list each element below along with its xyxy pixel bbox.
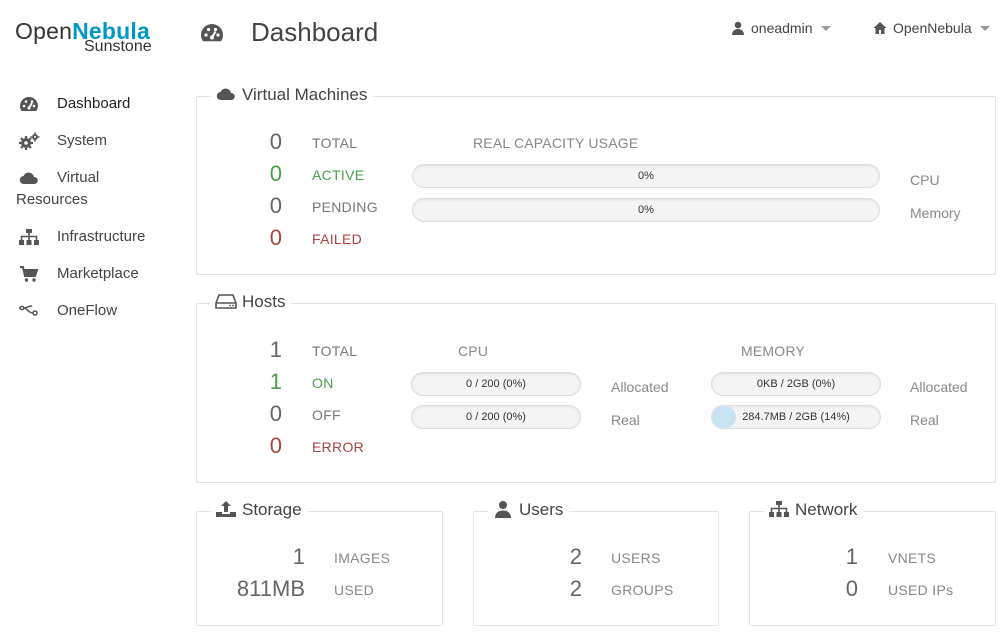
memory-allocated-label: Allocated	[910, 379, 968, 395]
hosts-total-label: TOTAL	[312, 343, 358, 359]
memory-real-label: Real	[910, 412, 939, 428]
sitemap-icon	[19, 229, 39, 245]
cloud-icon	[216, 88, 235, 101]
sidebar-item-label-line2: Resources	[16, 191, 88, 208]
sidebar-item-label: Marketplace	[57, 265, 139, 282]
network-panel-title[interactable]: Network	[764, 500, 864, 520]
cpu-label: CPU	[910, 172, 940, 188]
user-name: oneadmin	[751, 20, 813, 36]
progress-text: 0 / 200 (0%)	[466, 411, 526, 423]
dashboard-icon	[201, 24, 223, 42]
chevron-down-icon	[820, 26, 831, 31]
vnets-label: VNETS	[888, 550, 937, 566]
groups-count-value: 2	[569, 576, 582, 601]
hosts-off-value: 0	[269, 401, 282, 426]
sidebar-item-label: System	[57, 132, 108, 149]
storage-panel: Storage 1 IMAGES 811MB USED	[196, 500, 443, 626]
sidebar-item-label: Infrastructure	[57, 228, 146, 245]
hosts-memory-header: MEMORY	[741, 343, 805, 359]
memory-label: Memory	[910, 205, 961, 221]
vms-active-value: 0	[269, 161, 282, 186]
used-ips-label: USED IPs	[888, 582, 954, 598]
vms-memory-bar: 0%	[412, 198, 880, 222]
vnets-value: 1	[845, 544, 858, 569]
hdd-icon	[215, 294, 237, 309]
progress-text: 0 / 200 (0%)	[466, 378, 526, 390]
used-ips-value: 0	[845, 576, 858, 601]
users-panel-title[interactable]: Users	[488, 500, 570, 520]
progress-text: 0%	[638, 204, 654, 216]
progress-text: 0KB / 2GB (0%)	[756, 378, 836, 390]
capacity-header: REAL CAPACITY USAGE	[473, 135, 639, 151]
hosts-on-value: 1	[269, 369, 282, 394]
groups-count-label: GROUPS	[611, 582, 674, 598]
hosts-cpu-real-bar: 0 / 200 (0%)	[411, 405, 581, 429]
dashboard-icon	[20, 97, 38, 111]
sidebar-item-dashboard[interactable]: Dashboard	[0, 86, 180, 123]
cpu-real-label: Real	[611, 412, 640, 428]
sidebar-item-virtual-resources[interactable]: Virtual Resources	[0, 160, 180, 219]
sidebar-item-label: Dashboard	[57, 95, 131, 112]
sidebar-item-infrastructure[interactable]: Infrastructure	[0, 219, 180, 256]
hosts-on-label: ON	[312, 375, 334, 391]
progress-text: 284.7MB / 2GB (14%)	[742, 411, 850, 423]
chevron-down-icon	[979, 26, 990, 31]
cloud-icon	[19, 172, 38, 185]
users-count-value: 2	[569, 544, 582, 569]
hosts-panel-title[interactable]: Hosts	[211, 292, 292, 312]
cpu-allocated-label: Allocated	[611, 379, 669, 395]
vms-cpu-bar: 0%	[412, 164, 880, 188]
vms-panel: Virtual Machines 0 TOTAL 0 ACTIVE 0 PEND…	[196, 85, 996, 275]
hosts-error-value: 0	[269, 433, 282, 458]
zone-name: OpenNebula	[893, 20, 972, 36]
sidebar: Dashboard System Virtual Resources Infra…	[0, 86, 180, 330]
progress-text: 0%	[638, 170, 654, 182]
sitemap-icon	[769, 501, 789, 517]
vms-active-label: ACTIVE	[312, 167, 365, 183]
page-title: Dashboard	[251, 17, 379, 47]
hosts-cpu-allocated-bar: 0 / 200 (0%)	[411, 372, 581, 396]
user-icon	[495, 501, 511, 518]
gears-icon	[19, 132, 40, 150]
user-icon	[732, 21, 744, 35]
storage-images-label: IMAGES	[334, 550, 391, 566]
flow-icon	[19, 305, 38, 316]
vms-pending-value: 0	[269, 193, 282, 218]
home-icon	[873, 22, 887, 34]
users-panel: Users 2 USERS 2 GROUPS	[473, 500, 719, 626]
sidebar-item-label: Virtual	[57, 169, 100, 186]
vms-total-label: TOTAL	[312, 135, 358, 151]
logo-text-open: Open	[15, 18, 73, 44]
hosts-cpu-header: CPU	[458, 343, 489, 359]
vms-failed-value: 0	[269, 225, 282, 250]
sidebar-item-label: OneFlow	[57, 302, 118, 319]
cart-icon	[20, 266, 39, 282]
logo-subtitle: Sunstone	[84, 38, 152, 55]
vms-total-value: 0	[269, 129, 282, 154]
vms-failed-label: FAILED	[312, 231, 363, 247]
storage-panel-title[interactable]: Storage	[211, 500, 308, 520]
sidebar-item-marketplace[interactable]: Marketplace	[0, 256, 180, 293]
storage-images-value: 1	[292, 544, 305, 569]
vms-pending-label: PENDING	[312, 199, 378, 215]
hosts-memory-allocated-bar: 0KB / 2GB (0%)	[711, 372, 881, 396]
storage-used-value: 811MB	[236, 576, 305, 601]
sidebar-item-system[interactable]: System	[0, 123, 180, 160]
hosts-panel: Hosts 1 TOTAL 1 ON 0 OFF 0 ERROR CPU MEM…	[196, 292, 996, 483]
hosts-memory-real-bar: 284.7MB / 2GB (14%)	[711, 405, 881, 429]
sidebar-item-oneflow[interactable]: OneFlow	[0, 293, 180, 330]
hosts-total-value: 1	[269, 337, 282, 362]
app-logo[interactable]: OpenNebula Sunstone	[15, 18, 152, 55]
storage-used-label: USED	[334, 582, 375, 598]
hosts-off-label: OFF	[312, 407, 341, 423]
user-menu[interactable]: oneadmin	[731, 20, 831, 36]
hosts-error-label: ERROR	[312, 439, 365, 455]
zone-menu[interactable]: OpenNebula	[873, 20, 990, 36]
vms-panel-title[interactable]: Virtual Machines	[211, 85, 374, 105]
users-count-label: USERS	[611, 550, 661, 566]
network-panel: Network 1 VNETS 0 USED IPs	[749, 500, 996, 626]
upload-icon	[216, 501, 236, 517]
